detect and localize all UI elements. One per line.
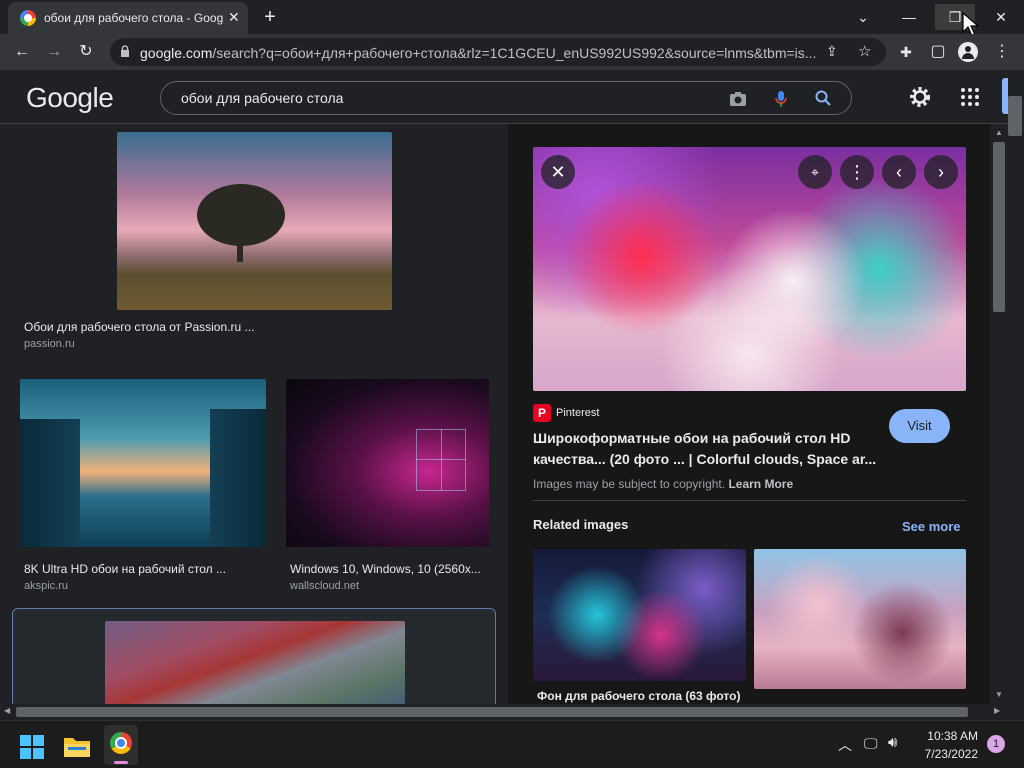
microphone-icon[interactable]	[775, 90, 787, 108]
result-caption[interactable]: Обои для рабочего стола от Passion.ru ..…	[24, 320, 254, 334]
result-source: wallscloud.net	[290, 580, 360, 592]
browser-toolbar: ← → ↻ google.com/search?q=обои+для+рабоч…	[0, 34, 1024, 70]
clock-time[interactable]: 10:38 AM	[920, 729, 978, 743]
result-image-forest[interactable]	[20, 379, 266, 547]
google-favicon-icon	[20, 10, 36, 26]
settings-gear-icon[interactable]	[908, 85, 932, 109]
url-text: google.com/search?q=обои+для+рабочего+ст…	[140, 45, 817, 61]
pinterest-logo-icon: P	[533, 404, 551, 422]
reload-icon[interactable]: ↻	[76, 42, 96, 62]
browser-titlebar: обои для рабочего стола - Google Поиск ✕…	[0, 0, 1024, 37]
camera-search-icon[interactable]	[729, 91, 747, 107]
image-results-grid: Обои для рабочего стола от Passion.ru ..…	[0, 124, 508, 709]
result-caption[interactable]: Windows 10, Windows, 10 (2560x...	[290, 562, 481, 576]
selected-result-card[interactable]	[12, 608, 496, 709]
result-source: passion.ru	[24, 338, 75, 350]
google-header: Google обои для рабочего стола	[0, 70, 1008, 124]
forward-arrow-icon[interactable]: →	[44, 42, 64, 62]
back-arrow-icon[interactable]: ←	[12, 42, 32, 62]
show-hidden-icons-chevron-icon[interactable]: ︿	[838, 735, 852, 755]
search-box[interactable]: обои для рабочего стола	[160, 81, 852, 115]
google-logo[interactable]: Google	[26, 82, 114, 114]
scroll-left-icon[interactable]: ◀	[4, 706, 10, 715]
vertical-scrollbar[interactable]: ▲ ▼	[990, 124, 1008, 704]
search-input[interactable]: обои для рабочего стола	[181, 90, 343, 106]
tab-close-icon[interactable]: ✕	[228, 9, 240, 26]
result-source: akspic.ru	[24, 580, 69, 592]
source-site-name[interactable]: Pinterest	[556, 407, 599, 419]
bookmark-star-icon[interactable]: ☆	[858, 42, 871, 60]
image-preview-panel: ✕ ⌖ ⋮ ‹ › P Pinterest Широкоформатные об…	[508, 124, 990, 704]
result-image-clouds[interactable]	[105, 621, 405, 709]
browser-menu-icon[interactable]: ⋮	[992, 42, 1012, 62]
learn-more-link[interactable]: Learn More	[728, 477, 793, 491]
related-image-2[interactable]	[754, 549, 966, 689]
lens-search-icon[interactable]: ⌖	[798, 155, 832, 189]
scroll-right-icon[interactable]: ▶	[994, 706, 1000, 715]
network-icon[interactable]: 🖵	[864, 735, 878, 752]
notification-badge[interactable]: 1	[987, 735, 1005, 753]
new-tab-button[interactable]: +	[250, 4, 290, 30]
related-images-heading: Related images	[533, 517, 629, 532]
more-options-icon[interactable]: ⋮	[840, 155, 874, 189]
page-right-edge	[1008, 70, 1024, 704]
chrome-taskbar-button[interactable]	[104, 725, 138, 765]
share-icon[interactable]: ⇪	[826, 43, 838, 60]
address-bar[interactable]: google.com/search?q=обои+для+рабочего+ст…	[110, 38, 886, 66]
tab-search-icon[interactable]: ⌄	[843, 4, 883, 30]
result-image-windows[interactable]	[286, 379, 489, 547]
profile-avatar-icon[interactable]	[958, 42, 978, 62]
scroll-up-icon[interactable]: ▲	[995, 128, 1003, 137]
page-scroll-thumb[interactable]	[1008, 96, 1022, 136]
minimize-button[interactable]: —	[889, 4, 929, 30]
tab-title: обои для рабочего стола - Google Поиск	[44, 11, 224, 25]
result-image-tree[interactable]	[117, 132, 392, 310]
windows-start-icon[interactable]	[20, 735, 44, 759]
visit-button[interactable]: Visit	[889, 409, 950, 443]
clock-date[interactable]: 7/23/2022	[920, 747, 978, 761]
related-image-1[interactable]	[533, 549, 746, 681]
search-icon[interactable]	[815, 90, 831, 106]
next-image-icon[interactable]: ›	[924, 155, 958, 189]
horizontal-scrollbar[interactable]: ◀ ▶	[0, 704, 1024, 720]
see-more-link[interactable]: See more	[902, 519, 961, 534]
browser-tab[interactable]: обои для рабочего стола - Google Поиск ✕	[8, 2, 248, 34]
vertical-scroll-thumb[interactable]	[993, 142, 1005, 312]
lock-icon	[121, 45, 129, 57]
extensions-puzzle-icon[interactable]: ✚	[896, 42, 916, 62]
apps-grid-icon[interactable]	[960, 87, 980, 107]
copyright-note: Images may be subject to copyright. Lear…	[533, 477, 794, 491]
scroll-down-icon[interactable]: ▼	[995, 690, 1003, 699]
chrome-icon	[110, 732, 132, 754]
horizontal-scroll-thumb[interactable]	[16, 707, 968, 717]
file-explorer-icon[interactable]	[64, 735, 90, 757]
volume-icon[interactable]: 🔊︎	[888, 734, 897, 751]
divider	[533, 500, 966, 501]
preview-title-line1[interactable]: Широкоформатные обои на рабочий стол HD	[533, 430, 851, 446]
related-caption[interactable]: Фон для рабочего стола (63 фото)	[537, 689, 740, 703]
taskbar: ︿ 🖵 🔊︎ 10:38 AM 7/23/2022 1	[0, 720, 1024, 768]
result-caption[interactable]: 8K Ultra HD обои на рабочий стол ...	[24, 562, 226, 576]
preview-title-line2[interactable]: качества... (20 фото ... | Colorful clou…	[533, 451, 876, 467]
close-preview-button[interactable]: ✕	[541, 155, 575, 189]
side-panel-icon[interactable]: ▢	[928, 42, 948, 62]
previous-image-icon[interactable]: ‹	[882, 155, 916, 189]
close-window-button[interactable]: ✕	[981, 4, 1021, 30]
